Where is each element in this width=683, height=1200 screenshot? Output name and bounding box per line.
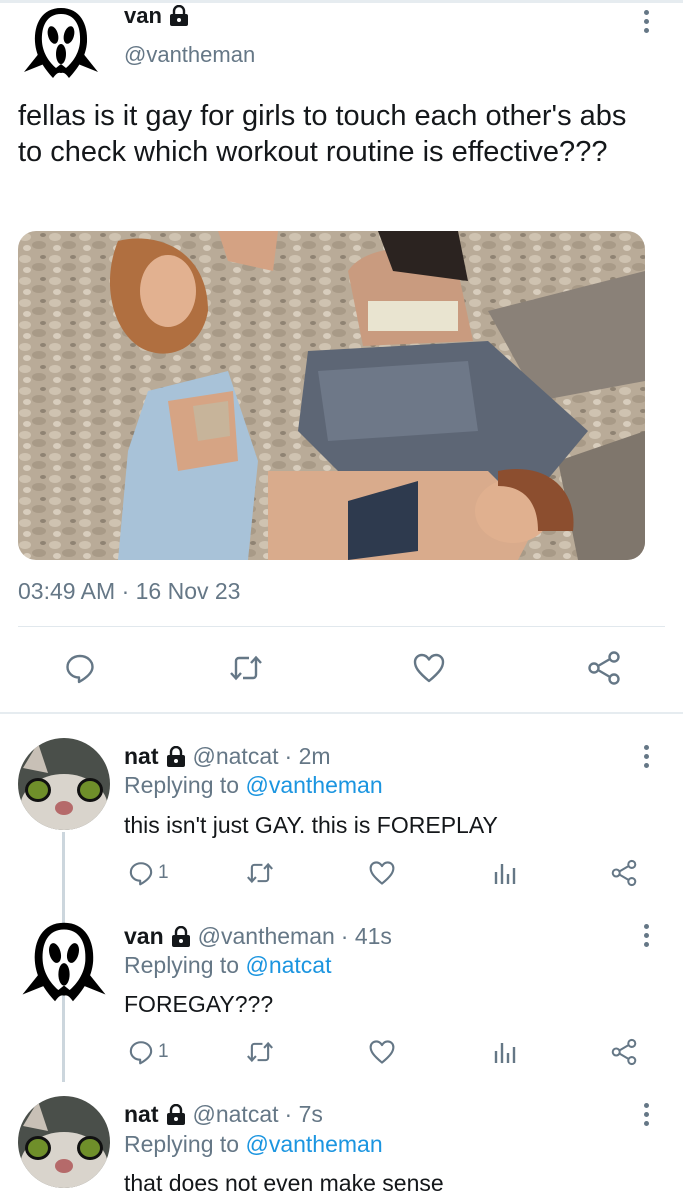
- retweet-icon: [247, 862, 273, 884]
- reply-icon: [129, 1041, 153, 1065]
- lock-icon: [169, 5, 188, 26]
- reply-icon: [66, 654, 94, 684]
- reply-button[interactable]: [64, 652, 96, 684]
- share-icon: [588, 651, 620, 685]
- reply-time: · 7s: [284, 1101, 323, 1127]
- reply-text: this isn't just GAY. this is FOREPLAY: [124, 812, 498, 838]
- more-vertical-icon[interactable]: [641, 10, 651, 33]
- analytics-button[interactable]: [492, 1039, 518, 1065]
- ghostface-avatar[interactable]: [18, 916, 110, 1008]
- share-button[interactable]: [586, 650, 622, 686]
- replying-to: Replying to @vantheman: [124, 772, 383, 799]
- retweet-button[interactable]: [245, 860, 275, 886]
- replying-to-link[interactable]: @vantheman: [245, 1131, 382, 1157]
- share-icon: [611, 859, 637, 887]
- reply-header: nat @natcat · 7s: [124, 1101, 323, 1128]
- reply-icon: [129, 862, 153, 886]
- top-border: [0, 0, 683, 3]
- reply-author-handle[interactable]: @natcat: [193, 743, 279, 770]
- analytics-button[interactable]: [492, 860, 518, 886]
- ghostface-avatar[interactable]: [20, 2, 102, 84]
- divider: [18, 626, 665, 627]
- retweet-button[interactable]: [245, 1039, 275, 1065]
- reply-button[interactable]: 1: [128, 860, 169, 886]
- reply-header: van @vantheman · 41s: [124, 923, 392, 950]
- more-vertical-icon[interactable]: [641, 1103, 651, 1126]
- lock-icon: [166, 1103, 185, 1125]
- like-icon: [413, 653, 445, 683]
- tweet-author-handle[interactable]: @vantheman: [124, 42, 255, 68]
- retweet-button[interactable]: [228, 652, 264, 684]
- more-vertical-icon[interactable]: [641, 745, 651, 768]
- reply-author-name[interactable]: nat: [124, 1101, 159, 1128]
- replying-to-link[interactable]: @natcat: [245, 952, 331, 978]
- like-button[interactable]: [368, 1039, 396, 1065]
- like-icon: [369, 861, 395, 885]
- cat-avatar[interactable]: [18, 1096, 110, 1188]
- share-button[interactable]: [610, 1038, 638, 1066]
- reply-author-handle[interactable]: @natcat: [193, 1101, 279, 1128]
- analytics-icon: [494, 1043, 516, 1063]
- reply-author-handle[interactable]: @vantheman: [198, 923, 335, 950]
- lock-icon: [171, 925, 190, 947]
- like-button[interactable]: [368, 860, 396, 886]
- retweet-icon: [247, 1041, 273, 1063]
- reply-time: · 41s: [340, 923, 392, 949]
- tweet-photo[interactable]: [18, 231, 645, 560]
- replying-label: Replying to: [124, 772, 240, 798]
- retweet-icon: [230, 655, 262, 681]
- reply-header: nat @natcat · 2m: [124, 743, 331, 770]
- reply-text: that does not even make sense: [124, 1170, 444, 1196]
- tweet-text: fellas is it gay for girls to touch each…: [18, 100, 627, 168]
- analytics-icon: [494, 864, 516, 884]
- cat-avatar[interactable]: [18, 738, 110, 830]
- like-button[interactable]: [412, 652, 446, 684]
- replying-label: Replying to: [124, 1131, 240, 1157]
- reply-button[interactable]: 1: [128, 1039, 169, 1065]
- more-vertical-icon[interactable]: [641, 924, 651, 947]
- share-button[interactable]: [610, 859, 638, 887]
- reply-count: 1: [158, 1041, 169, 1062]
- replying-to: Replying to @vantheman: [124, 1131, 383, 1158]
- share-icon: [611, 1038, 637, 1066]
- like-icon: [369, 1040, 395, 1064]
- lock-icon: [166, 745, 185, 767]
- replying-to-link[interactable]: @vantheman: [245, 772, 382, 798]
- section-divider: [0, 712, 683, 714]
- tweet-timestamp[interactable]: 03:49 AM · 16 Nov 23: [18, 578, 240, 605]
- reply-text: FOREGAY???: [124, 991, 274, 1017]
- reply-author-name[interactable]: nat: [124, 743, 159, 770]
- reply-author-name[interactable]: van: [124, 923, 164, 950]
- reply-count: 1: [158, 862, 169, 883]
- replying-label: Replying to: [124, 952, 240, 978]
- replying-to: Replying to @natcat: [124, 952, 331, 979]
- author-name[interactable]: van: [124, 3, 162, 29]
- tweet-author-name[interactable]: van: [124, 3, 190, 29]
- reply-time: · 2m: [284, 743, 331, 769]
